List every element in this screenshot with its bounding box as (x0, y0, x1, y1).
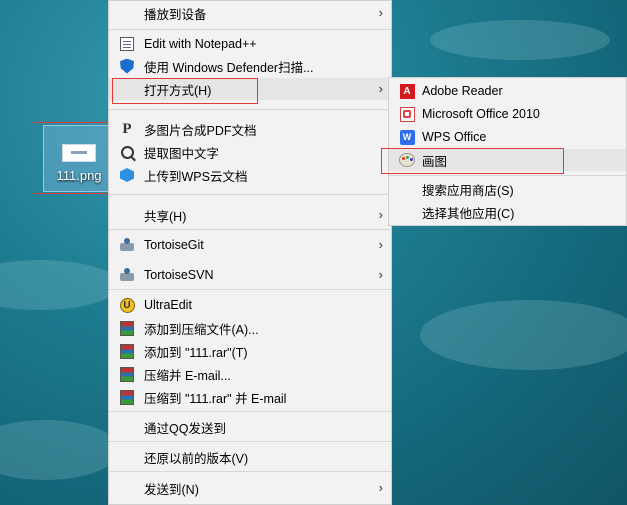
menu-item-compress-and-email[interactable]: 压缩并 E-mail... (109, 363, 391, 385)
pdf-icon: P (122, 120, 132, 137)
menu-item-restore-previous-versions[interactable]: 还原以前的版本(V) (109, 446, 391, 468)
winrar-icon (119, 343, 135, 359)
menu-item-send-via-qq[interactable]: 通过QQ发送到 (109, 416, 391, 438)
menu-item-tortoisesvn[interactable]: TortoiseSVN › (109, 264, 391, 286)
menu-item-share[interactable]: 共享(H) › (109, 204, 391, 226)
background-wave (0, 260, 120, 310)
annotation-box-paint (381, 148, 564, 174)
menu-item-upload-wps-cloud[interactable]: 上传到WPS云文档 (109, 164, 391, 186)
tortoisesvn-icon (119, 267, 135, 283)
background-wave (0, 420, 120, 480)
menu-item-label: 通过QQ发送到 (144, 421, 226, 436)
submenu-arrow-icon: › (378, 480, 383, 495)
winrar-icon (119, 389, 135, 405)
menu-divider (109, 289, 391, 290)
menu-item-extract-text[interactable]: 提取图中文字 (109, 141, 391, 163)
menu-item-add-to-111-rar[interactable]: 添加到 "111.rar"(T) (109, 340, 391, 362)
background-wave (430, 20, 610, 60)
context-menu: 播放到设备 › Edit with Notepad++ 使用 Windows D… (108, 0, 392, 505)
menu-item-label: 使用 Windows Defender扫描... (144, 60, 314, 75)
submenu-arrow-icon: › (378, 237, 383, 252)
menu-item-cast-to-device[interactable]: 播放到设备 › (109, 2, 391, 24)
submenu-item-label: Microsoft Office 2010 (422, 107, 540, 121)
menu-divider (109, 229, 391, 230)
menu-item-label: 共享(H) (144, 209, 187, 224)
menu-item-label: 还原以前的版本(V) (144, 451, 249, 466)
submenu-item-adobe-reader[interactable]: A Adobe Reader (389, 80, 626, 102)
menu-item-label: 播放到设备 (144, 7, 207, 22)
menu-item-send-to[interactable]: 发送到(N) › (109, 477, 391, 499)
menu-divider (109, 29, 391, 30)
submenu-item-search-store[interactable]: 搜索应用商店(S) (389, 178, 626, 200)
menu-item-label: 压缩到 "111.rar" 并 E-mail (144, 391, 287, 406)
annotation-box-file (33, 122, 116, 194)
submenu-item-choose-other-app[interactable]: 选择其他应用(C) (389, 201, 626, 223)
submenu-item-label: 选择其他应用(C) (422, 206, 515, 221)
menu-item-label: UltraEdit (144, 298, 192, 312)
menu-divider (109, 109, 391, 110)
background-wave (420, 300, 627, 370)
submenu-arrow-icon: › (378, 81, 383, 96)
menu-item-ultraedit[interactable]: U UltraEdit (109, 294, 391, 316)
menu-divider (109, 411, 391, 412)
ocr-icon (119, 144, 135, 160)
submenu-arrow-icon: › (378, 207, 383, 222)
submenu-item-label: WPS Office (422, 130, 487, 144)
annotation-box-open-with (112, 78, 258, 104)
office-icon (399, 106, 415, 122)
submenu-item-label: 搜索应用商店(S) (422, 183, 514, 198)
wps-icon: W (399, 129, 415, 145)
submenu-divider (389, 175, 626, 176)
submenu-arrow-icon: › (378, 5, 383, 20)
menu-item-add-to-archive[interactable]: 添加到压缩文件(A)... (109, 317, 391, 339)
menu-item-label: 发送到(N) (144, 482, 199, 497)
menu-divider (109, 194, 391, 195)
menu-divider (109, 471, 391, 472)
adobe-reader-icon: A (399, 83, 415, 99)
tortoisegit-icon (119, 237, 135, 253)
menu-item-label: 多图片合成PDF文档 (144, 123, 257, 138)
ultraedit-icon: U (119, 297, 135, 313)
wps-cloud-icon (119, 167, 135, 183)
submenu-item-office-2010[interactable]: Microsoft Office 2010 (389, 103, 626, 125)
menu-item-label: 添加到压缩文件(A)... (144, 322, 259, 337)
submenu-item-wps-office[interactable]: W WPS Office (389, 126, 626, 148)
notepadpp-icon (119, 36, 135, 52)
menu-item-label: TortoiseSVN (144, 268, 214, 282)
winrar-icon (119, 320, 135, 336)
menu-item-label: 上传到WPS云文档 (144, 169, 248, 184)
menu-item-label: 添加到 "111.rar"(T) (144, 345, 248, 360)
menu-item-compress-111-rar-and-email[interactable]: 压缩到 "111.rar" 并 E-mail (109, 386, 391, 408)
menu-item-edit-notepadpp[interactable]: Edit with Notepad++ (109, 33, 391, 55)
menu-item-label: 压缩并 E-mail... (144, 368, 231, 383)
menu-item-label: Edit with Notepad++ (144, 37, 257, 51)
menu-item-tortoisegit[interactable]: TortoiseGit › (109, 234, 391, 256)
menu-item-label: 提取图中文字 (144, 146, 220, 161)
defender-shield-icon (119, 58, 135, 74)
winrar-icon (119, 366, 135, 382)
menu-item-merge-pdf[interactable]: P 多图片合成PDF文档 (109, 118, 391, 140)
submenu-item-label: Adobe Reader (422, 84, 503, 98)
menu-divider (109, 441, 391, 442)
menu-item-defender-scan[interactable]: 使用 Windows Defender扫描... (109, 55, 391, 77)
menu-item-label: TortoiseGit (144, 238, 204, 252)
submenu-arrow-icon: › (378, 267, 383, 282)
